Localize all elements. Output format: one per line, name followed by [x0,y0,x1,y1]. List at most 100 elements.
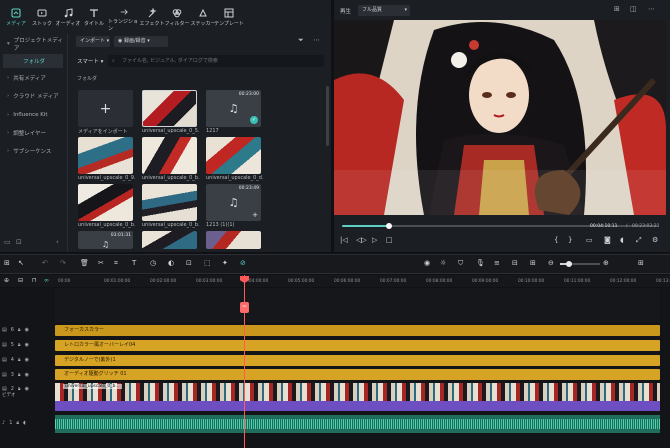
media-thumbnail[interactable] [142,90,197,127]
zoom-slider-handle[interactable] [566,261,572,267]
clip-digital-noise[interactable]: デジタルノーで(紫外)1 [55,355,660,366]
eye-icon[interactable]: ◉ [25,342,29,348]
color-icon[interactable]: ◐ [168,259,174,267]
previous-frame-icon[interactable]: |◁ [340,236,348,244]
snapshot-icon[interactable]: ◫ [630,5,637,13]
media-thumbnail[interactable] [142,137,197,174]
redo-icon[interactable]: ↷ [60,259,66,267]
media-scrollbar[interactable] [326,86,329,146]
mark-in-icon[interactable]: { [554,236,558,244]
media-thumbnail[interactable] [206,231,261,249]
magnet-icon[interactable]: ⊓ [32,277,37,284]
render-icon[interactable]: ◉ [424,259,430,267]
new-folder-icon[interactable]: ▭ [4,238,11,246]
media-thumbnail-audio[interactable]: ♫ 00:23:49 + [206,184,261,221]
tab-filter[interactable]: フィルター [163,8,191,32]
video-clip[interactable]: universal_upscale_0_b... [55,383,660,401]
zoom-out-icon[interactable]: ⊖ [548,259,554,267]
media-thumbnail[interactable] [142,184,197,221]
media-thumbnail[interactable] [206,137,261,174]
timeline-grid-icon[interactable]: ⊞ [638,259,644,267]
eye-icon[interactable]: ◉ [25,327,29,333]
folder-import-icon[interactable]: ⊡ [16,238,22,246]
lock-icon[interactable]: 🔒︎ [18,327,21,333]
mark-out-icon[interactable]: } [568,236,572,244]
microphone-icon[interactable]: 🎙︎ [476,259,485,267]
select-tool-icon[interactable]: ↖ [18,259,24,267]
camera-icon[interactable]: ◙ [604,236,611,244]
clip-retro-overlay[interactable]: レトロカラー風オーバーレイ04 [55,340,660,351]
tab-template[interactable]: テンプレート [214,8,244,32]
media-thumbnail[interactable] [142,231,197,249]
record-dropdown[interactable]: ◉ 録画/録音 ▾ [114,36,168,47]
add-track-icon[interactable]: ⊕ [4,277,9,284]
shield-icon[interactable]: ⛉ [458,259,463,268]
sidebar-item-project-media[interactable]: ▾ プロジェクトメディア [3,37,63,52]
import-media-tile[interactable]: + [78,90,133,127]
fullscreen-icon[interactable]: ⤢ [636,236,642,245]
sidebar-item-adjustment-layer[interactable]: › 調整レイヤー [3,126,63,140]
lock-icon[interactable]: 🔒︎ [18,386,21,392]
quality-dropdown[interactable]: フル品質 ▾ [358,5,410,16]
clip-audio-glitch[interactable]: オーディオ駆動グリッチ 01 [55,369,660,380]
grid-icon[interactable]: ⊞ [530,259,536,267]
stop-icon[interactable]: □ [386,236,393,244]
tab-media[interactable]: メディア [2,8,30,32]
sidebar-item-shared-media[interactable]: › 共有メディア [3,71,63,85]
crop-icon[interactable]: ⌗ [114,259,118,268]
sort-dropdown[interactable]: スマート ▾ [77,57,103,65]
ai-tools-icon[interactable]: ✦ [222,259,228,267]
collapse-sidebar-icon[interactable]: ‹ [56,238,59,246]
play-backward-icon[interactable]: ◁▷ [356,236,367,244]
undo-icon[interactable]: ↶ [42,259,48,267]
more-options-icon[interactable]: ⋯ [648,5,655,13]
search-input[interactable]: ⌕ ファイル名, ビジュアル, ダイアログで検索 [108,55,324,67]
tab-audio[interactable]: オーディオ [54,8,82,32]
delete-icon[interactable]: 🗑︎ [80,259,89,267]
import-dropdown[interactable]: インポート ▾ [76,36,110,47]
link-icon[interactable]: ⊟ [18,277,23,284]
stabilize-icon[interactable]: ⊡ [186,259,192,267]
grid-view-icon[interactable]: ⊞ [614,5,620,13]
speed-icon[interactable]: ◷ [150,259,156,267]
split-icon[interactable]: ✂ [98,259,104,267]
filter-funnel-icon[interactable]: ⏷ [298,36,304,45]
play-icon[interactable]: ▷ [372,236,377,244]
voiceover-icon[interactable]: ≡ [494,259,500,267]
lock-icon[interactable]: 🔒︎ [16,420,19,426]
auto-highlight-icon[interactable]: ☼ [440,259,446,267]
tab-stock[interactable]: ストック [28,8,56,32]
mask-icon[interactable]: ⬚ [204,259,211,267]
more-options-icon[interactable]: ⋯ [313,36,320,44]
clip-focus-color[interactable]: フォーカスカラー [55,325,660,336]
audio-clip[interactable] [55,415,660,433]
media-thumbnail[interactable] [78,137,133,174]
eye-icon[interactable]: ◉ [25,357,29,363]
media-thumbnail[interactable] [78,184,133,221]
media-thumbnail-audio[interactable]: ♫ 00:23:00 ✓ [206,90,261,127]
volume-icon[interactable]: ◖ [620,236,624,244]
zoom-slider[interactable] [560,261,600,267]
tab-effect[interactable]: エフェクト [138,8,166,32]
text-tool-icon[interactable]: T [132,259,136,267]
zoom-in-icon[interactable]: ⊕ [603,259,609,267]
eye-icon[interactable]: ◉ [25,386,29,392]
sidebar-item-cloud-media[interactable]: › クラウド メディア [3,89,63,103]
tab-transition[interactable]: トランジション [108,8,140,32]
preview-video-frame[interactable] [334,20,666,215]
speaker-icon[interactable]: ◖ [23,420,26,426]
media-thumbnail-audio[interactable]: 03:01:31 ♫ [78,231,133,249]
lock-icon[interactable]: 🔒︎ [18,357,21,363]
snap-icon[interactable]: ⊘ [240,259,246,267]
eye-icon[interactable]: ◉ [25,372,29,378]
tab-sticker[interactable]: ステッカー [189,8,217,32]
sidebar-item-influence-kit[interactable]: › Influence Kit [3,108,63,122]
sidebar-item-folder[interactable]: フォルダ [3,54,63,68]
marker-icon[interactable]: ⊟ [512,259,518,267]
video-clip-audio-strip[interactable] [55,401,660,411]
settings-icon[interactable]: ⚙ [652,236,658,244]
lock-icon[interactable]: 🔒︎ [18,372,21,378]
layout-icon[interactable]: ⊞ [4,259,10,267]
auto-ripple-icon[interactable]: ∞ [44,277,49,284]
display-icon[interactable]: ▭ [586,236,593,244]
